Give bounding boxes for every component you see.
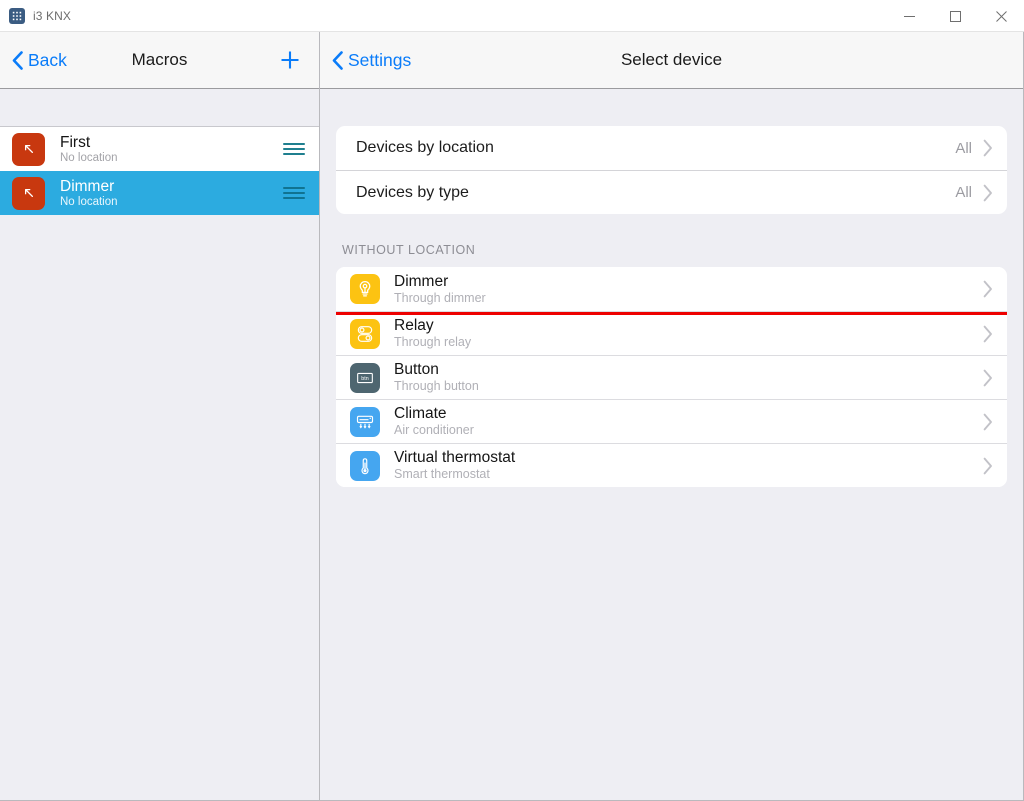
select-device-panel: Settings Select device Devices by locati… (320, 32, 1024, 801)
app-window: i3 KNX Back Macros (0, 0, 1024, 801)
filter-value: All (955, 184, 972, 201)
device-subtitle: Smart thermostat (394, 467, 983, 482)
content-area: Back Macros FirstNo locationDimmerNo loc… (0, 32, 1024, 801)
button-btn-icon: btn (350, 363, 380, 393)
device-subtitle: Air conditioner (394, 423, 983, 438)
device-texts: ClimateAir conditioner (394, 405, 983, 438)
ac-unit-icon (355, 412, 375, 432)
macro-row[interactable]: FirstNo location (0, 127, 319, 171)
macros-empty-area (0, 215, 319, 801)
chevron-right-icon (983, 184, 993, 202)
add-macro-button[interactable] (278, 48, 302, 72)
chevron-left-icon (12, 51, 23, 70)
device-scroll-area: Devices by locationAllDevices by typeAll… (320, 89, 1023, 801)
filter-label: Devices by location (356, 139, 955, 157)
window-titlebar: i3 KNX (0, 0, 1024, 32)
filter-value: All (955, 140, 972, 157)
macro-name: Dimmer (60, 178, 283, 195)
device-subtitle: Through button (394, 379, 983, 394)
chevron-right-icon (983, 369, 993, 387)
back-button-label: Back (28, 50, 67, 71)
macro-location: No location (60, 151, 283, 165)
settings-back-button[interactable]: Settings (332, 50, 411, 71)
minimize-button[interactable] (886, 0, 932, 32)
close-button[interactable] (978, 0, 1024, 32)
device-texts: ButtonThrough button (394, 361, 983, 394)
macro-arrow-icon (20, 140, 38, 158)
macro-texts: FirstNo location (60, 134, 283, 165)
macro-arrow-icon (12, 177, 45, 210)
device-name: Dimmer (394, 273, 983, 291)
device-subtitle: Through dimmer (394, 291, 983, 306)
svg-text:btn: btn (361, 376, 368, 382)
filters-card: Devices by locationAllDevices by typeAll (336, 126, 1007, 214)
thermometer-icon (350, 451, 380, 481)
device-name: Relay (394, 317, 983, 335)
macro-arrow-icon (20, 184, 38, 202)
device-row[interactable]: ClimateAir conditioner (336, 399, 1007, 443)
device-subtitle: Through relay (394, 335, 983, 350)
relay-icon (355, 324, 375, 344)
plus-icon (279, 49, 301, 71)
grid-icon (9, 8, 25, 24)
ac-unit-icon (350, 407, 380, 437)
section-header-without-location: WITHOUT LOCATION (336, 214, 1007, 267)
device-name: Virtual thermostat (394, 449, 983, 467)
back-button[interactable]: Back (12, 50, 67, 71)
drag-handle-icon[interactable] (283, 143, 305, 156)
macro-row[interactable]: DimmerNo location (0, 171, 319, 215)
device-texts: RelayThrough relay (394, 317, 983, 350)
macros-spacer (0, 89, 319, 127)
filter-row[interactable]: Devices by typeAll (336, 170, 1007, 214)
filter-row[interactable]: Devices by locationAll (336, 126, 1007, 170)
chevron-right-icon (983, 139, 993, 157)
device-texts: Virtual thermostatSmart thermostat (394, 449, 983, 482)
device-row[interactable]: DimmerThrough dimmer (336, 267, 1007, 311)
device-name: Climate (394, 405, 983, 423)
device-texts: DimmerThrough dimmer (394, 273, 983, 306)
settings-back-label: Settings (348, 50, 411, 71)
chevron-right-icon (983, 325, 993, 343)
macros-navbar: Back Macros (0, 32, 319, 89)
filter-label: Devices by type (356, 184, 955, 202)
window-controls (886, 0, 1024, 32)
device-row[interactable]: btn ButtonThrough button (336, 355, 1007, 399)
device-navbar: Settings Select device (320, 32, 1023, 89)
macro-texts: DimmerNo location (60, 178, 283, 209)
chevron-right-icon (983, 457, 993, 475)
device-row[interactable]: Virtual thermostatSmart thermostat (336, 443, 1007, 487)
macro-arrow-icon (12, 133, 45, 166)
device-list-card: DimmerThrough dimmer RelayThrough relay bt… (336, 267, 1007, 487)
macro-name: First (60, 134, 283, 151)
macros-panel: Back Macros FirstNo locationDimmerNo loc… (0, 32, 320, 801)
device-name: Button (394, 361, 983, 379)
maximize-button[interactable] (932, 0, 978, 32)
thermometer-icon (355, 456, 375, 476)
chevron-right-icon (983, 280, 993, 298)
lightbulb-icon (355, 279, 375, 299)
select-device-title: Select device (320, 50, 1023, 70)
window-title: i3 KNX (33, 9, 71, 23)
lightbulb-icon (350, 274, 380, 304)
button-btn-icon: btn (355, 368, 375, 388)
chevron-right-icon (983, 413, 993, 431)
drag-handle-icon[interactable] (283, 187, 305, 200)
macro-location: No location (60, 195, 283, 209)
device-row[interactable]: RelayThrough relay (336, 311, 1007, 355)
relay-icon (350, 319, 380, 349)
chevron-left-icon (332, 51, 343, 70)
macro-list: FirstNo locationDimmerNo location (0, 127, 319, 215)
